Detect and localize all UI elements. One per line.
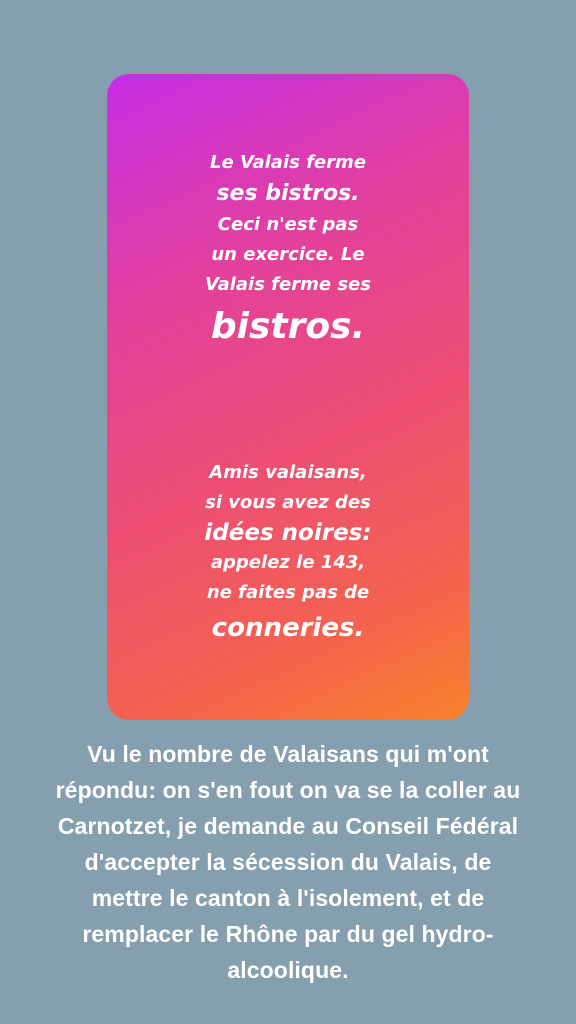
quote-line: Amis valaisans, bbox=[209, 462, 367, 483]
story-card: Le Valais ferme ses bistros. Ceci n'est … bbox=[107, 74, 469, 720]
caption-line: mettre le canton à l'isolement, et de bbox=[91, 885, 485, 911]
quote-line: idées noires: bbox=[204, 520, 372, 546]
story-caption: Vu le nombre de Valaisans qui m'ont répo… bbox=[0, 736, 576, 988]
quote-block-bistros: Le Valais ferme ses bistros. Ceci n'est … bbox=[107, 148, 469, 354]
quote-line: ses bistros. bbox=[216, 181, 360, 206]
quote-line: un exercice. Le bbox=[211, 244, 365, 265]
quote-line: bistros. bbox=[210, 306, 366, 347]
quote-line: ne faites pas de bbox=[206, 582, 370, 603]
caption-line: Carnotzet, je demande au Conseil Fédéral bbox=[57, 813, 519, 839]
story-screen: { "story": { "block1": [ "Le Valais ferm… bbox=[0, 0, 576, 1024]
quote-line: conneries. bbox=[211, 613, 365, 643]
caption-line: répondu: on s'en fout on va se la coller… bbox=[55, 777, 521, 803]
quote-line: Valais ferme ses bbox=[205, 274, 371, 295]
caption-line: d'accepter la sécession du Valais, de bbox=[84, 849, 492, 875]
quote-line: Ceci n'est pas bbox=[217, 214, 359, 235]
caption-line: Vu le nombre de Valaisans qui m'ont bbox=[87, 741, 489, 767]
quote-line: appelez le 143, bbox=[210, 552, 366, 573]
quote-block-amis: Amis valaisans, si vous avez des idées n… bbox=[107, 458, 469, 648]
quote-line: Le Valais ferme bbox=[210, 152, 366, 173]
caption-line: remplacer le Rhône par du gel hydro- bbox=[82, 921, 494, 947]
quote-line: si vous avez des bbox=[205, 492, 371, 513]
caption-line: alcoolique. bbox=[227, 957, 349, 983]
